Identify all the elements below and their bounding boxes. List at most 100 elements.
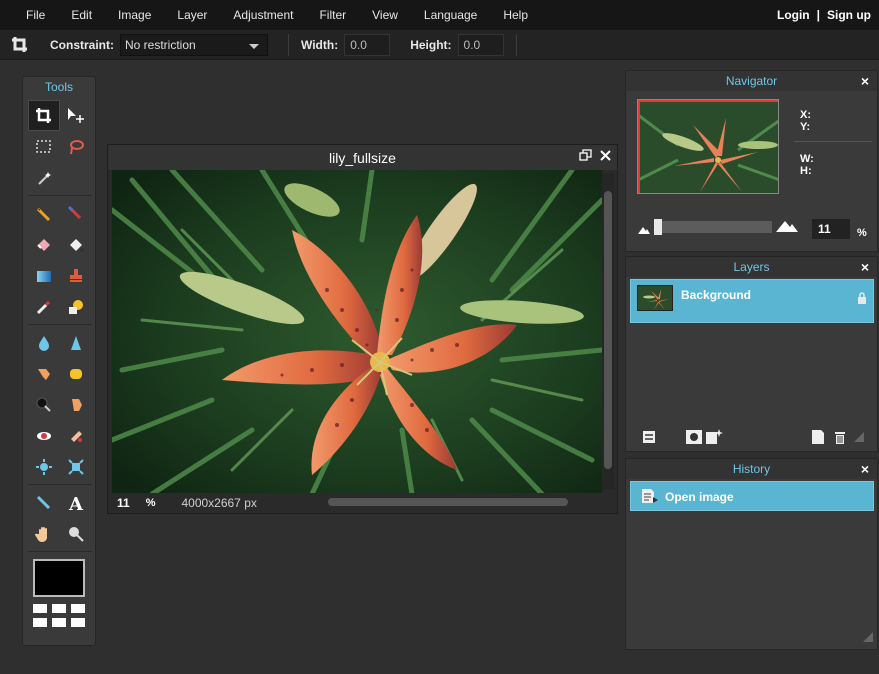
- image-window-titlebar[interactable]: lily_fullsize: [108, 145, 617, 170]
- lasso-tool-icon[interactable]: [60, 131, 92, 162]
- eraser-icon[interactable]: [28, 229, 60, 260]
- options-toolbar: Constraint: No restriction Width: 0.0 He…: [0, 30, 879, 60]
- text-icon[interactable]: A: [60, 487, 92, 518]
- history-item[interactable]: Open image: [630, 481, 874, 511]
- zoom-out-mountain-icon[interactable]: [638, 223, 650, 237]
- swatch[interactable]: [71, 618, 85, 627]
- gradient-icon[interactable]: [28, 260, 60, 291]
- layers-footer: [626, 425, 877, 451]
- menu-language[interactable]: Language: [411, 8, 490, 22]
- clone-stamp-icon[interactable]: [60, 260, 92, 291]
- crop-tool-icon[interactable]: [28, 100, 60, 131]
- height-input[interactable]: 0.0: [457, 33, 504, 56]
- account-links: Login | Sign up: [777, 8, 879, 22]
- constraint-value: No restriction: [125, 37, 196, 52]
- menu-view[interactable]: View: [359, 8, 411, 22]
- spot-heal-icon[interactable]: [60, 420, 92, 451]
- menu-layer[interactable]: Layer: [164, 8, 220, 22]
- bloat-icon[interactable]: [28, 451, 60, 482]
- menu-edit[interactable]: Edit: [58, 8, 105, 22]
- zoom-input[interactable]: 11: [812, 219, 850, 239]
- swatch[interactable]: [33, 618, 47, 627]
- layer-row[interactable]: Background: [630, 279, 874, 323]
- menu-file[interactable]: File: [0, 8, 58, 22]
- move-tool-icon[interactable]: [60, 100, 92, 131]
- red-eye-icon[interactable]: [28, 420, 60, 451]
- menu-filter[interactable]: Filter: [306, 8, 359, 22]
- y-label: Y:: [800, 121, 811, 133]
- zoom-icon[interactable]: [60, 518, 92, 549]
- blur-icon[interactable]: [28, 327, 60, 358]
- navigator-divider: [794, 141, 872, 142]
- pencil-icon[interactable]: [28, 198, 60, 229]
- swatch[interactable]: [33, 604, 47, 613]
- image-window: lily_fullsize 11 % 4000x2667 px: [107, 144, 618, 514]
- brush-icon[interactable]: [60, 198, 92, 229]
- new-layer-icon[interactable]: [812, 429, 824, 447]
- pinch-icon[interactable]: [60, 451, 92, 482]
- swatch[interactable]: [52, 618, 66, 627]
- layers-panel: Layers × Background: [625, 256, 878, 452]
- hand-icon[interactable]: [28, 518, 60, 549]
- layer-settings-icon[interactable]: [642, 430, 656, 447]
- signup-link[interactable]: Sign up: [827, 8, 871, 22]
- color-replace-icon[interactable]: [28, 291, 60, 322]
- image-title: lily_fullsize: [329, 149, 396, 166]
- primary-color-swatch[interactable]: [33, 559, 85, 597]
- sponge-icon[interactable]: [60, 358, 92, 389]
- menu-help[interactable]: Help: [490, 8, 541, 22]
- width-label: Width:: [301, 37, 339, 52]
- resize-handle-icon[interactable]: [863, 631, 873, 645]
- color-picker-icon[interactable]: [28, 487, 60, 518]
- account-separator: |: [816, 8, 820, 22]
- scrollbar-thumb[interactable]: [604, 191, 612, 469]
- trash-icon[interactable]: [834, 430, 846, 447]
- layer-styles-icon[interactable]: [706, 428, 724, 448]
- menu-bar: File Edit Image Layer Adjustment Filter …: [0, 0, 879, 30]
- navigator-thumbnail[interactable]: [637, 99, 779, 194]
- marquee-tool-icon[interactable]: [28, 131, 60, 162]
- zoom-percent: %: [857, 227, 867, 239]
- magic-wand-icon[interactable]: [28, 162, 60, 193]
- swatch[interactable]: [52, 604, 66, 613]
- zoom-in-mountain-icon[interactable]: [776, 220, 798, 235]
- empty-slot: [60, 162, 92, 193]
- horizontal-scrollbar[interactable]: [312, 496, 594, 508]
- height-label: Height:: [410, 37, 452, 52]
- burn-icon[interactable]: [60, 389, 92, 420]
- resize-handle-icon[interactable]: [854, 431, 864, 445]
- zoom-slider[interactable]: [654, 219, 772, 235]
- dodge-icon[interactable]: [28, 389, 60, 420]
- paint-bucket-icon[interactable]: [60, 229, 92, 260]
- menu-adjustment[interactable]: Adjustment: [220, 8, 306, 22]
- swatch[interactable]: [71, 604, 85, 613]
- scrollbar-thumb[interactable]: [328, 498, 568, 506]
- tools-panel: Tools A: [22, 76, 96, 646]
- close-icon[interactable]: ×: [861, 459, 869, 479]
- navigator-panel: Navigator × X: Y: W: H: 11 %: [625, 70, 878, 252]
- sharpen-icon[interactable]: [60, 327, 92, 358]
- navigator-zoom-row: 11 %: [626, 215, 877, 245]
- tools-separator: [28, 324, 92, 325]
- tools-title: Tools: [44, 80, 73, 94]
- vertical-scrollbar[interactable]: [602, 173, 614, 489]
- zoom-slider-knob[interactable]: [654, 219, 662, 235]
- image-canvas[interactable]: [112, 170, 602, 494]
- constraint-select[interactable]: No restriction: [120, 33, 268, 56]
- zoom-value[interactable]: 11: [117, 496, 130, 510]
- menu-image[interactable]: Image: [105, 8, 164, 22]
- history-title: History: [732, 462, 771, 476]
- width-input[interactable]: 0.0: [344, 33, 391, 56]
- chevron-down-icon: [249, 43, 259, 49]
- image-dimensions: 4000x2667 px: [181, 496, 257, 510]
- layer-mask-icon[interactable]: [686, 429, 702, 447]
- x-label: X:: [800, 109, 811, 121]
- smudge-icon[interactable]: [28, 358, 60, 389]
- restore-icon[interactable]: [579, 149, 592, 164]
- drawing-icon[interactable]: [60, 291, 92, 322]
- close-icon[interactable]: ×: [861, 257, 869, 277]
- close-icon[interactable]: [600, 149, 611, 164]
- cursor-coords: X: Y:: [800, 109, 811, 133]
- close-icon[interactable]: ×: [861, 71, 869, 91]
- login-link[interactable]: Login: [777, 8, 810, 22]
